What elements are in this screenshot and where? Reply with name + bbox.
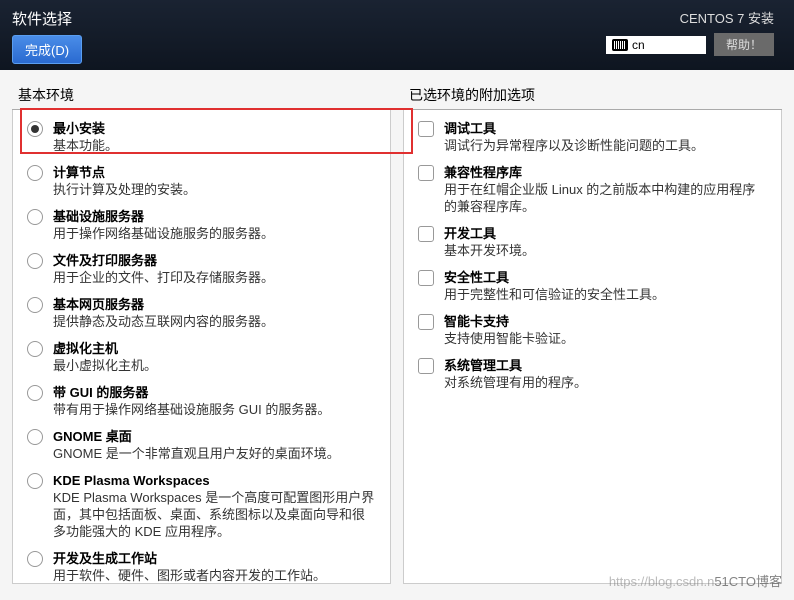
addon-desc: 用于完整性和可信验证的安全性工具。	[444, 286, 767, 303]
addon-option[interactable]: 开发工具基本开发环境。	[418, 225, 767, 259]
checkbox-icon	[418, 314, 434, 330]
addon-option[interactable]: 调试工具调试行为异常程序以及诊断性能问题的工具。	[418, 120, 767, 154]
base-env-list: 最小安装基本功能。计算节点执行计算及处理的安装。基础设施服务器用于操作网络基础设…	[13, 110, 390, 583]
env-option[interactable]: 带 GUI 的服务器带有用于操作网络基础设施服务 GUI 的服务器。	[27, 384, 376, 418]
addon-title: 安全性工具	[444, 269, 767, 286]
env-title: 带 GUI 的服务器	[53, 384, 376, 401]
env-desc: KDE Plasma Workspaces 是一个高度可配置图形用户界面，其中包…	[53, 489, 376, 540]
addon-title: 系统管理工具	[444, 357, 767, 374]
radio-icon	[27, 253, 43, 269]
addon-option[interactable]: 系统管理工具对系统管理有用的程序。	[418, 357, 767, 391]
env-title: 文件及打印服务器	[53, 252, 376, 269]
header-bar: 软件选择 完成(D) CENTOS 7 安装 cn 帮助！	[0, 0, 794, 70]
env-option[interactable]: KDE Plasma WorkspacesKDE Plasma Workspac…	[27, 472, 376, 540]
addon-title: 开发工具	[444, 225, 767, 242]
env-option[interactable]: 最小安装基本功能。	[27, 120, 376, 154]
env-desc: 基本功能。	[53, 137, 376, 154]
addon-desc: 用于在红帽企业版 Linux 的之前版本中构建的应用程序的兼容程序库。	[444, 181, 767, 215]
checkbox-icon	[418, 358, 434, 374]
env-option[interactable]: 开发及生成工作站用于软件、硬件、图形或者内容开发的工作站。	[27, 550, 376, 583]
addon-option[interactable]: 智能卡支持支持使用智能卡验证。	[418, 313, 767, 347]
env-title: KDE Plasma Workspaces	[53, 472, 376, 489]
radio-icon	[27, 121, 43, 137]
addon-option[interactable]: 兼容性程序库用于在红帽企业版 Linux 的之前版本中构建的应用程序的兼容程序库…	[418, 164, 767, 215]
env-desc: 提供静态及动态互联网内容的服务器。	[53, 313, 376, 330]
env-title: 最小安装	[53, 120, 376, 137]
env-title: 基础设施服务器	[53, 208, 376, 225]
radio-icon	[27, 297, 43, 313]
env-title: GNOME 桌面	[53, 428, 376, 445]
env-option[interactable]: 基础设施服务器用于操作网络基础设施服务的服务器。	[27, 208, 376, 242]
checkbox-icon	[418, 270, 434, 286]
radio-icon	[27, 209, 43, 225]
env-title: 虚拟化主机	[53, 340, 376, 357]
addons-list: 调试工具调试行为异常程序以及诊断性能问题的工具。兼容性程序库用于在红帽企业版 L…	[404, 110, 781, 583]
checkbox-icon	[418, 226, 434, 242]
addons-panel: 已选环境的附加选项 调试工具调试行为异常程序以及诊断性能问题的工具。兼容性程序库…	[403, 86, 782, 584]
radio-icon	[27, 385, 43, 401]
radio-icon	[27, 429, 43, 445]
env-option[interactable]: 文件及打印服务器用于企业的文件、打印及存储服务器。	[27, 252, 376, 286]
env-title: 计算节点	[53, 164, 376, 181]
env-option[interactable]: 计算节点执行计算及处理的安装。	[27, 164, 376, 198]
checkbox-icon	[418, 165, 434, 181]
addon-desc: 对系统管理有用的程序。	[444, 374, 767, 391]
addon-title: 兼容性程序库	[444, 164, 767, 181]
radio-icon	[27, 341, 43, 357]
radio-icon	[27, 165, 43, 181]
addon-desc: 基本开发环境。	[444, 242, 767, 259]
base-environment-panel: 基本环境 最小安装基本功能。计算节点执行计算及处理的安装。基础设施服务器用于操作…	[12, 86, 391, 584]
install-title: CENTOS 7 安装	[680, 8, 774, 27]
env-option[interactable]: GNOME 桌面GNOME 是一个非常直观且用户友好的桌面环境。	[27, 428, 376, 462]
radio-icon	[27, 473, 43, 489]
env-desc: 用于软件、硬件、图形或者内容开发的工作站。	[53, 567, 376, 583]
env-desc: 执行计算及处理的安装。	[53, 181, 376, 198]
content-area: 基本环境 最小安装基本功能。计算节点执行计算及处理的安装。基础设施服务器用于操作…	[0, 70, 794, 600]
addon-option[interactable]: 安全性工具用于完整性和可信验证的安全性工具。	[418, 269, 767, 303]
env-desc: 带有用于操作网络基础设施服务 GUI 的服务器。	[53, 401, 376, 418]
env-desc: 最小虚拟化主机。	[53, 357, 376, 374]
keyboard-layout-indicator[interactable]: cn	[606, 36, 706, 54]
env-option[interactable]: 基本网页服务器提供静态及动态互联网内容的服务器。	[27, 296, 376, 330]
addons-heading: 已选环境的附加选项	[403, 85, 782, 110]
env-desc: 用于操作网络基础设施服务的服务器。	[53, 225, 376, 242]
addon-title: 智能卡支持	[444, 313, 767, 330]
env-desc: GNOME 是一个非常直观且用户友好的桌面环境。	[53, 445, 376, 462]
addon-desc: 调试行为异常程序以及诊断性能问题的工具。	[444, 137, 767, 154]
page-title: 软件选择	[12, 8, 82, 29]
env-title: 基本网页服务器	[53, 296, 376, 313]
env-option[interactable]: 虚拟化主机最小虚拟化主机。	[27, 340, 376, 374]
env-desc: 用于企业的文件、打印及存储服务器。	[53, 269, 376, 286]
addon-desc: 支持使用智能卡验证。	[444, 330, 767, 347]
help-button[interactable]: 帮助！	[714, 33, 774, 56]
done-button[interactable]: 完成(D)	[12, 35, 82, 64]
base-env-heading: 基本环境	[12, 85, 391, 110]
watermark: https://blog.csdn.n51CTO博客	[609, 571, 782, 590]
addon-title: 调试工具	[444, 120, 767, 137]
lang-code: cn	[632, 38, 645, 52]
keyboard-icon	[612, 39, 628, 51]
env-title: 开发及生成工作站	[53, 550, 376, 567]
radio-icon	[27, 551, 43, 567]
checkbox-icon	[418, 121, 434, 137]
